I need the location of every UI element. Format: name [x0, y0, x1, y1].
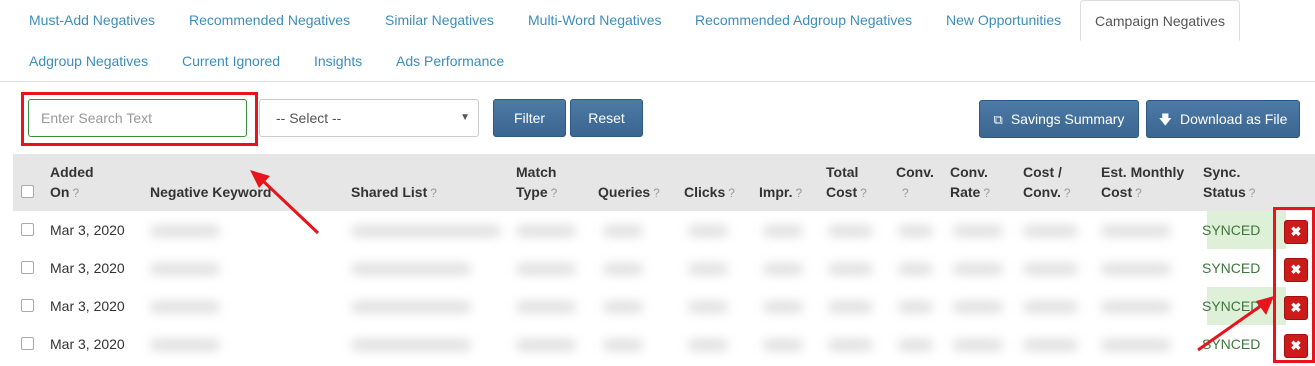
- sync-status-text: SYNCED: [1202, 260, 1261, 276]
- col-conv-rate[interactable]: Conv. Rate?: [950, 162, 990, 203]
- col-negative-keyword[interactable]: Negative Keyword: [150, 182, 271, 202]
- help-icon[interactable]: ?: [902, 186, 909, 200]
- help-icon[interactable]: ?: [72, 186, 79, 200]
- help-icon[interactable]: ?: [860, 186, 867, 200]
- tab-must-add-negatives[interactable]: Must-Add Negatives: [29, 12, 155, 28]
- table-row: Mar 3, 2020 SYNCED ✖: [13, 211, 1315, 249]
- close-icon: ✖: [1290, 300, 1302, 315]
- help-icon[interactable]: ?: [1064, 186, 1071, 200]
- table-row: Mar 3, 2020 SYNCED ✖: [13, 249, 1315, 287]
- external-link-icon: ⧉: [993, 112, 1003, 127]
- sync-status-text: SYNCED: [1202, 298, 1261, 314]
- col-conv[interactable]: Conv. ?: [896, 162, 934, 203]
- col-total-cost[interactable]: Total Cost?: [826, 162, 867, 203]
- tab-adgroup-negatives[interactable]: Adgroup Negatives: [29, 53, 148, 69]
- filter-select-value: -- Select --: [276, 110, 342, 126]
- delete-button[interactable]: ✖: [1284, 296, 1308, 320]
- delete-button[interactable]: ✖: [1284, 258, 1308, 282]
- col-added-on[interactable]: Added On?: [50, 162, 94, 203]
- added-on-cell: Mar 3, 2020: [50, 336, 125, 352]
- col-impr[interactable]: Impr.?: [759, 182, 802, 203]
- col-queries[interactable]: Queries?: [598, 182, 660, 203]
- tab-new-opportunities[interactable]: New Opportunities: [946, 12, 1061, 28]
- savings-summary-button[interactable]: ⧉ Savings Summary: [979, 100, 1139, 138]
- table-row: Mar 3, 2020 SYNCED ✖: [13, 325, 1315, 363]
- added-on-cell: Mar 3, 2020: [50, 260, 125, 276]
- delete-button[interactable]: ✖: [1284, 220, 1308, 244]
- row-checkbox[interactable]: [21, 299, 34, 312]
- row-checkbox[interactable]: [21, 337, 34, 350]
- col-cost-per-conv[interactable]: Cost / Conv.?: [1023, 162, 1071, 203]
- col-match-type[interactable]: Match Type?: [516, 162, 557, 203]
- caret-down-icon: ▼: [460, 112, 470, 123]
- tab-multi-word-negatives[interactable]: Multi-Word Negatives: [528, 12, 662, 28]
- download-button[interactable]: 🡇 Download as File: [1146, 100, 1300, 138]
- help-icon[interactable]: ?: [1249, 186, 1256, 200]
- table-header: Added On? Negative Keyword Shared List? …: [13, 154, 1315, 211]
- close-icon: ✖: [1290, 338, 1302, 353]
- col-clicks[interactable]: Clicks?: [684, 182, 735, 203]
- row-checkbox[interactable]: [21, 223, 34, 236]
- added-on-cell: Mar 3, 2020: [50, 222, 125, 238]
- tab-bar: Must-Add Negatives Recommended Negatives…: [0, 0, 1315, 82]
- tab-ads-performance[interactable]: Ads Performance: [396, 53, 504, 69]
- help-icon[interactable]: ?: [728, 186, 735, 200]
- delete-button[interactable]: ✖: [1284, 334, 1308, 358]
- reset-button[interactable]: Reset: [570, 99, 643, 137]
- help-icon[interactable]: ?: [795, 186, 802, 200]
- tab-insights[interactable]: Insights: [314, 53, 362, 69]
- savings-summary-label: Savings Summary: [1010, 111, 1125, 127]
- help-icon[interactable]: ?: [653, 186, 660, 200]
- table-row: Mar 3, 2020 SYNCED ✖: [13, 287, 1315, 325]
- col-sync-status[interactable]: Sync. Status?: [1203, 162, 1255, 203]
- search-input[interactable]: [28, 99, 247, 137]
- row-checkbox[interactable]: [21, 261, 34, 274]
- download-label: Download as File: [1179, 111, 1288, 127]
- sync-status-text: SYNCED: [1202, 222, 1261, 238]
- select-all-checkbox[interactable]: [21, 185, 34, 198]
- filter-button[interactable]: Filter: [493, 99, 566, 137]
- close-icon: ✖: [1290, 262, 1302, 277]
- filter-select[interactable]: -- Select -- ▼: [259, 99, 479, 137]
- download-arrow-icon: 🡇: [1158, 112, 1172, 127]
- tab-campaign-negatives[interactable]: Campaign Negatives: [1080, 0, 1240, 41]
- close-icon: ✖: [1290, 224, 1302, 239]
- col-est-monthly-cost[interactable]: Est. Monthly Cost?: [1101, 162, 1184, 203]
- sync-status-text: SYNCED: [1202, 336, 1261, 352]
- tab-recommended-negatives[interactable]: Recommended Negatives: [189, 12, 350, 28]
- help-icon[interactable]: ?: [551, 186, 558, 200]
- help-icon[interactable]: ?: [983, 186, 990, 200]
- tab-similar-negatives[interactable]: Similar Negatives: [385, 12, 494, 28]
- col-shared-list[interactable]: Shared List?: [351, 182, 437, 203]
- added-on-cell: Mar 3, 2020: [50, 298, 125, 314]
- help-icon[interactable]: ?: [430, 186, 437, 200]
- help-icon[interactable]: ?: [1135, 186, 1142, 200]
- tab-recommended-adgroup-negatives[interactable]: Recommended Adgroup Negatives: [695, 12, 912, 28]
- tab-current-ignored[interactable]: Current Ignored: [182, 53, 280, 69]
